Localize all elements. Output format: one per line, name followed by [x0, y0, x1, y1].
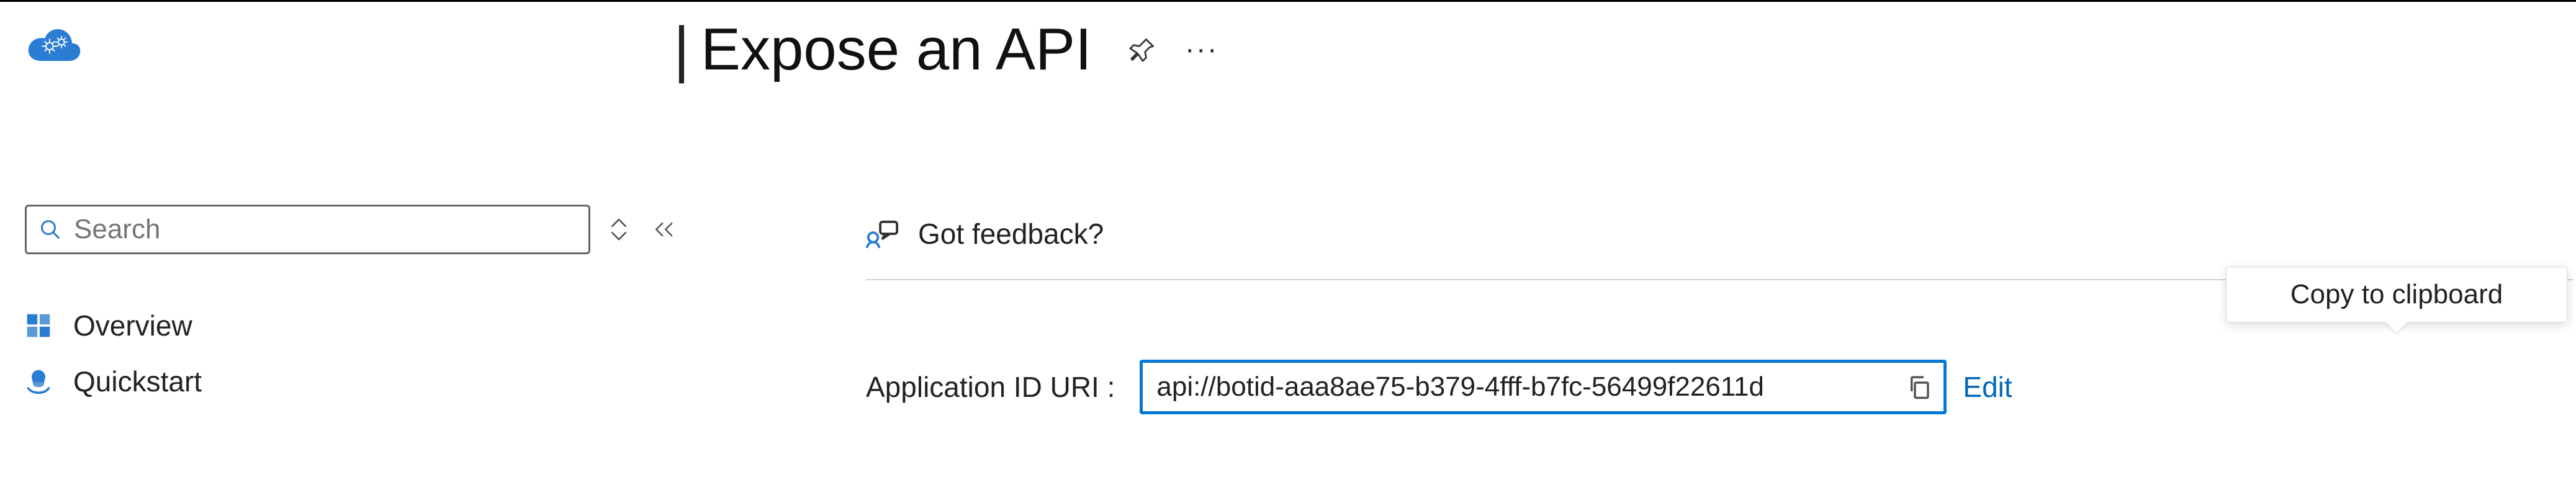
- feedback-icon: [866, 219, 899, 249]
- search-input[interactable]: [74, 214, 588, 245]
- window-top-border: [0, 0, 2576, 2]
- pin-icon[interactable]: [1129, 36, 1156, 63]
- copy-tooltip-text: Copy to clipboard: [2290, 279, 2503, 310]
- overview-icon: [25, 312, 52, 339]
- collapse-sidebar-icon[interactable]: [651, 220, 677, 239]
- title-separator: |: [673, 14, 690, 85]
- cloud-logo: [25, 19, 84, 62]
- application-id-uri-label: Application ID URI :: [866, 370, 1115, 404]
- more-icon[interactable]: ···: [1185, 32, 1218, 66]
- sidebar-item-overview[interactable]: Overview: [25, 298, 677, 353]
- application-id-uri-field[interactable]: api://botid-aaa8ae75-b379-4fff-b7fc-5649…: [1140, 360, 1947, 414]
- sidebar-item-label: Quickstart: [73, 365, 202, 398]
- search-icon: [39, 218, 61, 241]
- copy-icon[interactable]: [1906, 374, 1932, 400]
- expand-collapse-icon[interactable]: [609, 216, 629, 243]
- sidebar-item-label: Overview: [73, 309, 192, 342]
- feedback-button[interactable]: Got feedback?: [866, 217, 1104, 251]
- application-id-uri-value: api://botid-aaa8ae75-b379-4fff-b7fc-5649…: [1156, 371, 1906, 402]
- feedback-label: Got feedback?: [918, 217, 1104, 251]
- copy-tooltip: Copy to clipboard: [2226, 267, 2567, 322]
- search-input-container[interactable]: [25, 205, 590, 254]
- sidebar-item-quickstart[interactable]: Quickstart: [25, 353, 677, 409]
- quickstart-icon: [25, 368, 52, 395]
- page-title: Expose an API: [701, 16, 1092, 84]
- edit-link[interactable]: Edit: [1963, 370, 2012, 404]
